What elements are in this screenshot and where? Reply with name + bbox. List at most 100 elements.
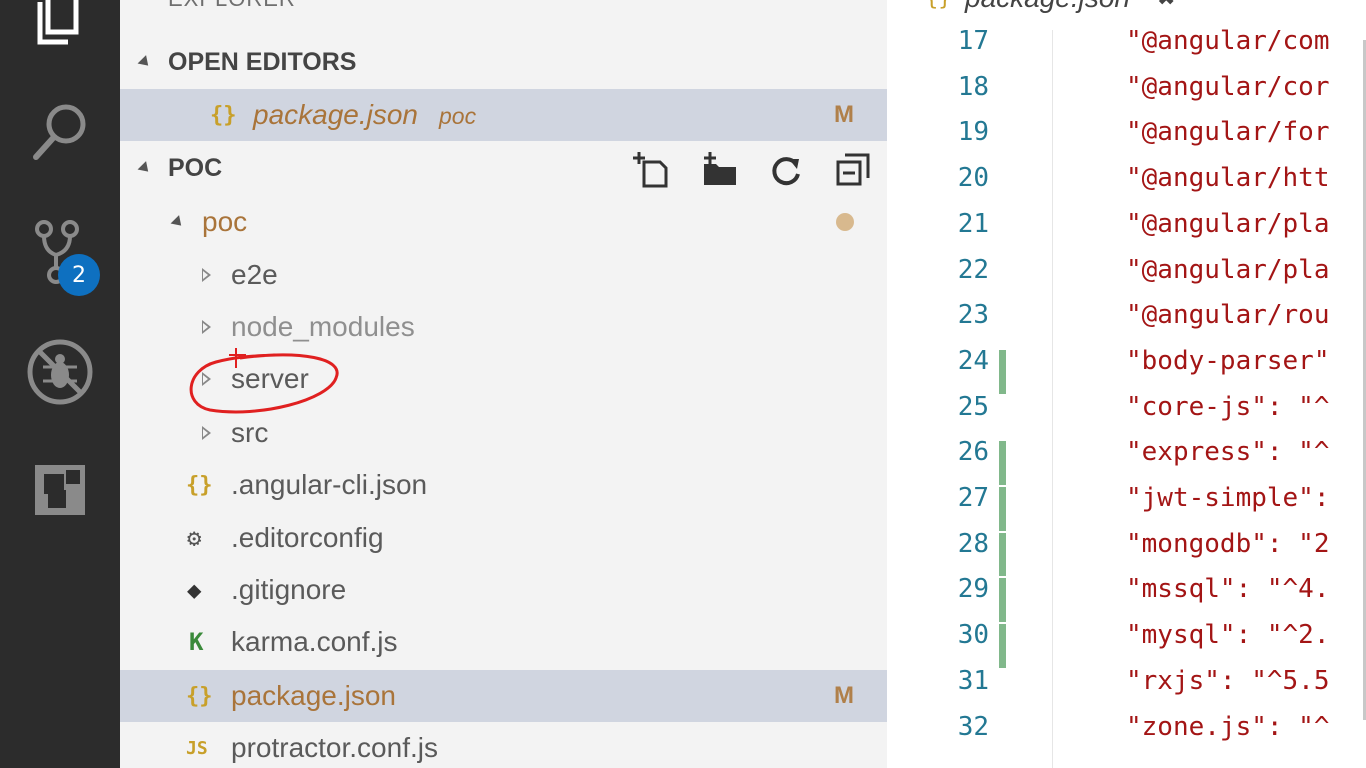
line-number: 31 [957, 665, 989, 696]
git-added-gutter-marker [999, 487, 1006, 531]
collapsed-chevron-icon [202, 320, 211, 334]
project-title: POC [168, 153, 223, 182]
git-added-gutter-marker [999, 532, 1006, 577]
tree-file-editorconfig[interactable]: ⚙ .editorconfig [120, 512, 887, 564]
tree-item-label: node_modules [231, 311, 415, 342]
files-icon [37, 0, 79, 45]
close-icon[interactable]: ✖ [1157, 0, 1175, 11]
modified-badge: M [834, 101, 854, 128]
open-editor-item[interactable]: {} package.json poc M [120, 89, 887, 141]
collapse-all-button[interactable] [834, 150, 874, 190]
explorer-activity-button[interactable] [0, 0, 120, 63]
debug-activity-button[interactable] [0, 327, 120, 417]
tree-file-package-json[interactable]: {} package.json M [120, 670, 887, 722]
code-line[interactable]: "@angular/pla [1126, 255, 1330, 285]
code-line[interactable]: "@angular/cor [1126, 72, 1330, 102]
gear-icon: ⚙ [187, 524, 202, 552]
json-file-icon: {} [186, 472, 213, 498]
search-icon [33, 104, 86, 160]
code-line[interactable]: "@angular/for [1126, 117, 1330, 147]
js-file-icon: JS [186, 737, 208, 759]
collapse-all-icon [836, 153, 870, 186]
new-file-icon [633, 152, 668, 188]
git-added-gutter-marker [999, 624, 1006, 668]
tree-item-label: poc [202, 206, 248, 237]
modified-badge: M [834, 682, 854, 709]
git-added-gutter-marker [999, 349, 1006, 394]
line-number: 25 [957, 391, 989, 422]
code-line[interactable]: "express": "^ [1126, 437, 1330, 467]
extensions-activity-button[interactable] [0, 445, 120, 535]
open-editors-title: OPEN EDITORS [168, 47, 357, 76]
explorer-sidebar: EXPLORER OPEN EDITORS {} package.json po… [120, 0, 887, 768]
search-activity-button[interactable] [0, 87, 120, 177]
line-number: 21 [957, 208, 989, 239]
json-file-icon: {} [210, 102, 237, 128]
refresh-button[interactable] [766, 150, 806, 190]
line-number: 23 [957, 300, 989, 331]
tree-item-label: package.json [231, 680, 397, 711]
code-line[interactable]: "rxjs": "^5.5 [1126, 666, 1330, 696]
code-line[interactable]: "@angular/com [1126, 26, 1330, 56]
tree-item-label: e2e [231, 259, 278, 290]
line-number: 22 [957, 254, 989, 285]
editor-pane: {} package.json ✖ 17 "@angular/com 18 "@ang… [887, 0, 1366, 768]
line-number: 19 [957, 117, 989, 148]
code-line[interactable]: "@angular/htt [1126, 163, 1330, 193]
annotation-circle [189, 348, 339, 414]
open-editors-header[interactable]: OPEN EDITORS [120, 36, 887, 88]
tree-item-label: protractor.conf.js [231, 732, 438, 763]
new-folder-button[interactable] [700, 150, 740, 190]
extensions-icon [35, 465, 85, 515]
collapsed-chevron-icon [202, 268, 211, 282]
new-file-button[interactable] [632, 150, 672, 190]
git-icon: ◆ [187, 576, 202, 604]
tree-file-protractor-conf[interactable]: JS protractor.conf.js [120, 722, 887, 768]
line-number: 24 [957, 345, 989, 376]
debug-icon [27, 339, 93, 405]
code-line[interactable]: "@angular/pla [1126, 209, 1330, 239]
tree-file-gitignore[interactable]: ◆ .gitignore [120, 564, 887, 616]
tree-file-angular-cli-json[interactable]: {} .angular-cli.json [120, 459, 887, 511]
line-number: 32 [957, 711, 989, 742]
explorer-title: EXPLORER [168, 0, 296, 12]
line-number: 20 [957, 163, 989, 194]
activity-bar: 2 [0, 0, 120, 768]
tree-item-label: .angular-cli.json [231, 469, 428, 500]
indent-guide [1052, 0, 1053, 768]
code-line[interactable]: "core-js": "^ [1126, 392, 1330, 422]
code-line[interactable]: "mongodb": "2 [1126, 529, 1330, 559]
open-editor-folder: poc [439, 103, 477, 129]
git-added-gutter-marker [999, 441, 1006, 485]
tree-folder-poc[interactable]: poc [120, 196, 887, 248]
karma-icon: K [189, 628, 204, 656]
line-number: 26 [957, 437, 989, 468]
refresh-icon [772, 157, 800, 186]
code-line[interactable]: "mysql": "^2. [1126, 620, 1330, 650]
tree-item-label: .gitignore [231, 574, 347, 605]
json-file-icon: {} [186, 683, 213, 709]
tree-item-label: karma.conf.js [231, 626, 398, 657]
tree-folder-e2e[interactable]: e2e [120, 249, 887, 301]
modified-dot-icon [836, 213, 854, 231]
collapse-chevron-icon [137, 55, 153, 70]
json-file-icon: {} [925, 0, 952, 11]
line-number: 18 [957, 71, 989, 102]
line-number: 27 [957, 483, 989, 513]
code-line[interactable]: "zone.js": "^ [1126, 712, 1330, 742]
code-line[interactable]: "jwt-simple": [1126, 483, 1330, 513]
code-line[interactable]: "mssql": "^4. [1126, 574, 1330, 604]
open-editor-filename: package.json [253, 99, 419, 130]
expanded-chevron-icon [170, 215, 186, 230]
tree-file-karma-conf[interactable]: K karma.conf.js [120, 616, 887, 668]
editor-tab-title: package.json [965, 0, 1130, 14]
code-line[interactable]: "body-parser" [1126, 346, 1330, 376]
new-folder-icon [704, 152, 736, 185]
line-number: 30 [957, 620, 989, 651]
collapse-chevron-icon [137, 161, 153, 176]
code-line[interactable]: "@angular/rou [1126, 300, 1330, 330]
line-number: 29 [957, 574, 989, 605]
source-control-badge: 2 [58, 254, 100, 296]
git-added-gutter-marker [999, 578, 1006, 623]
collapsed-chevron-icon [202, 426, 211, 440]
